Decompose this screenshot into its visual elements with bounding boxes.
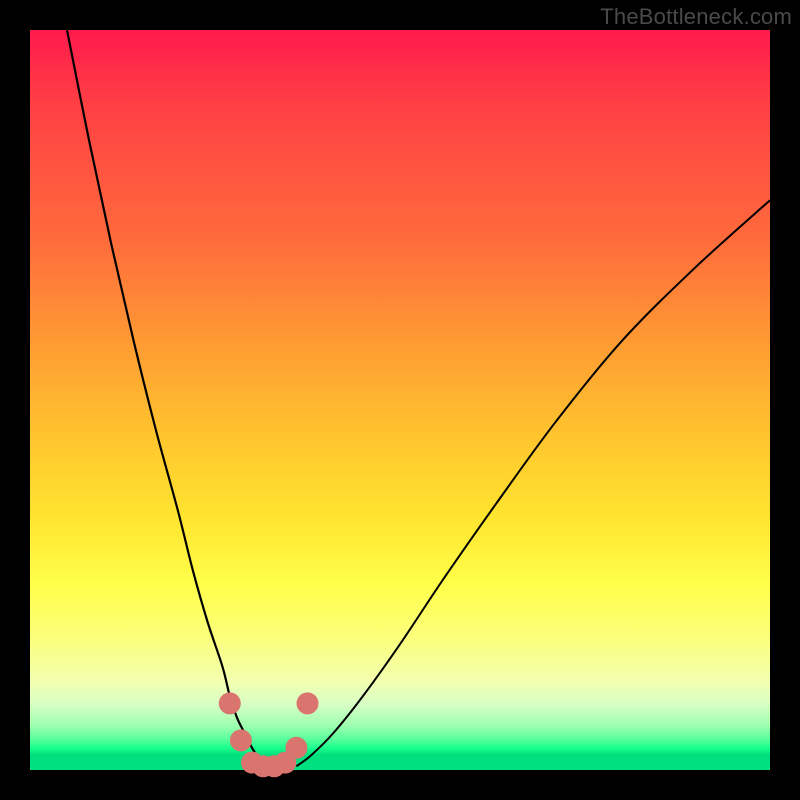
plot-area: [30, 30, 770, 770]
left-branch-curve: [67, 30, 267, 766]
bottom-marker: [230, 729, 252, 751]
chart-frame: TheBottleneck.com: [0, 0, 800, 800]
right-branch-curve: [296, 200, 770, 766]
bottom-marker: [297, 692, 319, 714]
curves-svg: [30, 30, 770, 770]
bottom-marker-group: [219, 692, 319, 777]
bottom-marker: [219, 692, 241, 714]
watermark-label: TheBottleneck.com: [600, 4, 792, 30]
bottom-marker: [285, 737, 307, 759]
